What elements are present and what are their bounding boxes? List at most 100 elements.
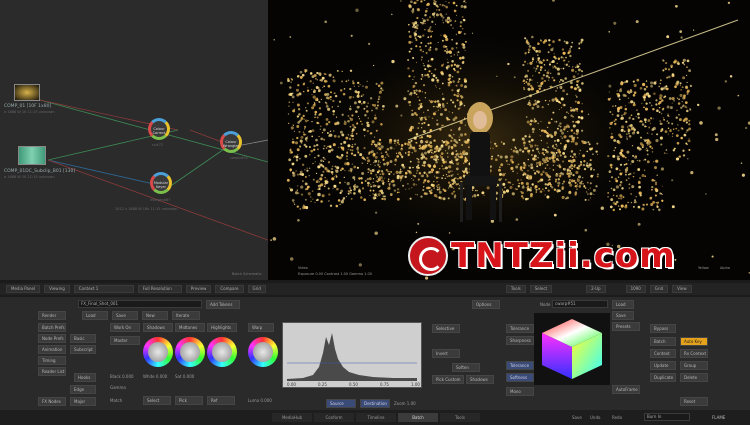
midtones-button[interactable]: Midtones (175, 323, 205, 332)
context-button[interactable]: Context (650, 349, 676, 358)
resolution-dropdown[interactable]: Full Resolution (137, 285, 182, 293)
softness-toggle[interactable]: Softness (506, 373, 534, 382)
soften-button[interactable]: Soften (452, 363, 480, 372)
node-name-field[interactable]: cwarp#51 (552, 300, 608, 308)
tab-mediahub[interactable]: MediaHub (272, 413, 312, 422)
hooks-button[interactable]: Hooks (74, 373, 96, 382)
subscript-button[interactable]: Subscript (70, 345, 96, 354)
clip-name-field[interactable]: FX_Final_Shot_001 (78, 300, 202, 308)
compare-button[interactable]: Compare (215, 285, 244, 293)
context-dropdown[interactable]: Context 1 (73, 285, 134, 293)
select-button[interactable]: Select (143, 396, 171, 405)
highlights-colour-wheel[interactable] (207, 337, 237, 367)
pick-custom-button[interactable]: Pick Custom (432, 375, 464, 384)
node-title: Modular Keyer (153, 181, 169, 189)
node-prefs-button[interactable]: Node Prefs (38, 334, 66, 343)
node-save-button[interactable]: Save (612, 311, 634, 320)
tools-button[interactable]: Tools (505, 285, 526, 293)
redo-button[interactable]: Redo (612, 415, 622, 420)
batch-schematic[interactable]: COMP_01 [10F 1x80] a 1888 W 1K 11:15 unk… (0, 0, 268, 280)
options-button[interactable]: Options (472, 300, 500, 309)
shadows-colour-wheel[interactable] (143, 337, 173, 367)
black-value[interactable]: Black 0.000 (110, 374, 134, 379)
add-tokens-button[interactable]: Add Tokens (206, 300, 240, 309)
autoframe-button[interactable]: AutoFrame (612, 385, 640, 394)
frame-field[interactable]: 1090 (625, 285, 646, 293)
source-button[interactable]: Source (326, 399, 356, 408)
midtones-colour-wheel[interactable] (175, 337, 205, 367)
highlights-button[interactable]: Highlights (207, 323, 237, 332)
reset-button[interactable]: Reset (680, 397, 708, 406)
white-value[interactable]: White 0.000 (143, 374, 167, 379)
grid-view-button[interactable]: Grid (649, 285, 669, 293)
node-id: mkeyer#87 (150, 198, 171, 202)
sharpness-button[interactable]: Sharpness (506, 336, 534, 345)
work-on-button[interactable]: Work On (110, 323, 140, 332)
undo-button[interactable]: Undo (590, 415, 600, 420)
tolerance-toggle[interactable]: Tolerance (506, 361, 534, 370)
zoom-value[interactable]: Zoom 1.00 (394, 401, 416, 406)
major-button[interactable]: Major (70, 397, 96, 406)
mono-button[interactable]: Mono (506, 387, 534, 396)
clip-node-thumbnail[interactable] (18, 146, 46, 165)
presets-button[interactable]: Presets (612, 322, 640, 331)
auto-key-button[interactable]: Auto Key (680, 337, 708, 346)
delete-button[interactable]: Delete (680, 373, 708, 382)
animation-button[interactable]: Animation (38, 345, 66, 354)
fx-nodes-button[interactable]: FX Nodes (38, 397, 66, 406)
colour-correct-node[interactable]: Colour Correct (148, 118, 170, 140)
select-button[interactable]: Select (529, 285, 553, 293)
save-status[interactable]: Save (572, 415, 582, 420)
modular-keyer-node[interactable]: Modular Keyer (150, 172, 172, 194)
master-colour-wheel[interactable] (248, 337, 278, 367)
tolerance-button[interactable]: Tolerance (506, 324, 534, 333)
histogram[interactable]: 0.00 0.25 0.50 0.75 1.00 (282, 322, 422, 388)
colour-cube[interactable] (534, 313, 610, 385)
invert-button[interactable]: Invert (432, 349, 460, 358)
pick-button[interactable]: Pick (175, 396, 203, 405)
timing-button[interactable]: Timing (38, 356, 66, 365)
bypass-button[interactable]: Bypass (650, 324, 676, 333)
batch-prefs-button[interactable]: Batch Prefs (38, 323, 66, 332)
group-button[interactable]: Group (680, 361, 708, 370)
watermark: TNTZii.com (408, 236, 676, 276)
tab-conform[interactable]: Conform (314, 413, 354, 422)
user-field[interactable]: Burn In (644, 413, 690, 421)
match-label: Match (110, 398, 123, 403)
viewer-readout-label: Video (298, 266, 308, 270)
node-prefs-dropdown[interactable]: Basic (70, 334, 96, 343)
save-button[interactable]: Save (112, 311, 138, 320)
luma-value[interactable]: Luma 0.000 (248, 398, 272, 403)
duplicate-button[interactable]: Duplicate (650, 373, 676, 382)
preview-button[interactable]: Preview (185, 285, 212, 293)
viewing-label: Viewing (44, 285, 70, 293)
shadows-button[interactable]: Shadows (143, 323, 173, 332)
edge-button[interactable]: Edge (70, 385, 96, 394)
destination-button[interactable]: Destination (360, 399, 390, 408)
tab-timeline[interactable]: Timeline (356, 413, 396, 422)
batch-button[interactable]: Batch (650, 337, 676, 346)
render-button[interactable]: Render (38, 311, 66, 320)
node-label: Node (540, 302, 551, 307)
view-button[interactable]: View (672, 285, 692, 293)
clip-node-thumbnail[interactable] (14, 84, 40, 101)
new-button[interactable]: New (142, 311, 168, 320)
load-button[interactable]: Load (82, 311, 108, 320)
selective-button[interactable]: Selective (432, 324, 460, 333)
sat-value[interactable]: Sat 0.000 (175, 374, 194, 379)
grid-button[interactable]: Grid (247, 285, 266, 293)
shadows-pick-button[interactable]: Shadows (466, 375, 494, 384)
two-up-button[interactable]: 2-Up (586, 285, 606, 293)
reader-list-button[interactable]: Reader List (38, 367, 66, 376)
master-button[interactable]: Master (110, 336, 140, 345)
iterate-button[interactable]: Iterate (172, 311, 200, 320)
tab-tools[interactable]: Tools (440, 413, 480, 422)
warp-button[interactable]: Warp (248, 323, 274, 332)
rx-context-button[interactable]: Rx Context (680, 349, 708, 358)
media-panel-button[interactable]: Media Panel (6, 285, 41, 293)
colour-wrangler-node[interactable]: Colour Wrangler (220, 131, 242, 153)
update-button[interactable]: Update (650, 361, 676, 370)
ref-button[interactable]: Ref (207, 396, 235, 405)
tab-batch[interactable]: Batch (398, 413, 438, 422)
node-load-button[interactable]: Load (612, 300, 634, 309)
